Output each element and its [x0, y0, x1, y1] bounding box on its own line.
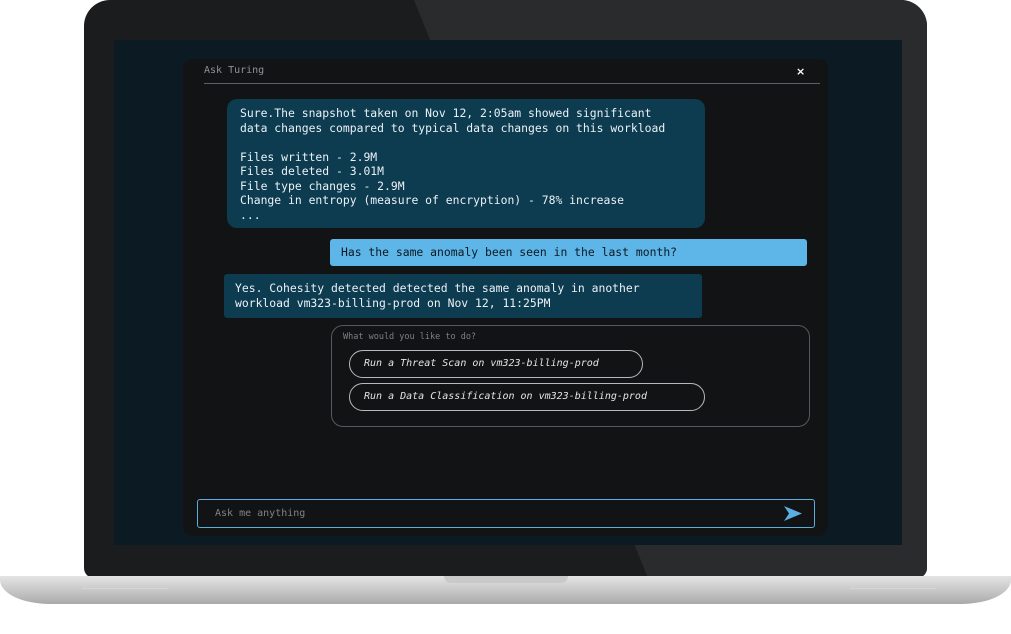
chat-input-box	[197, 499, 815, 528]
laptop-base-line-right	[850, 588, 936, 589]
laptop-base-notch	[444, 576, 568, 583]
bot-message: Sure.The snapshot taken on Nov 12, 2:05a…	[227, 99, 705, 228]
close-icon[interactable]: ×	[796, 65, 805, 78]
laptop-base-line-left	[82, 588, 168, 589]
title-divider	[204, 83, 820, 84]
data-classification-button[interactable]: Run a Data Classification on vm323-billi…	[349, 383, 705, 411]
bot-message: Yes. Cohesity detected detected the same…	[224, 274, 702, 318]
ask-turing-panel: Ask Turing × Sure.The snapshot taken on …	[183, 59, 828, 536]
actions-prompt: What would you like to do?	[343, 332, 477, 342]
threat-scan-button[interactable]: Run a Threat Scan on vm323-billing-prod	[349, 350, 643, 378]
send-arrow-icon[interactable]	[783, 505, 803, 522]
user-message: Has the same anomaly been seen in the la…	[330, 239, 807, 266]
panel-title: Ask Turing	[204, 65, 265, 76]
chat-input[interactable]	[198, 500, 758, 527]
laptop-scene: Ask Turing × Sure.The snapshot taken on …	[0, 0, 1011, 634]
suggested-actions: What would you like to do? Run a Threat …	[331, 325, 810, 427]
